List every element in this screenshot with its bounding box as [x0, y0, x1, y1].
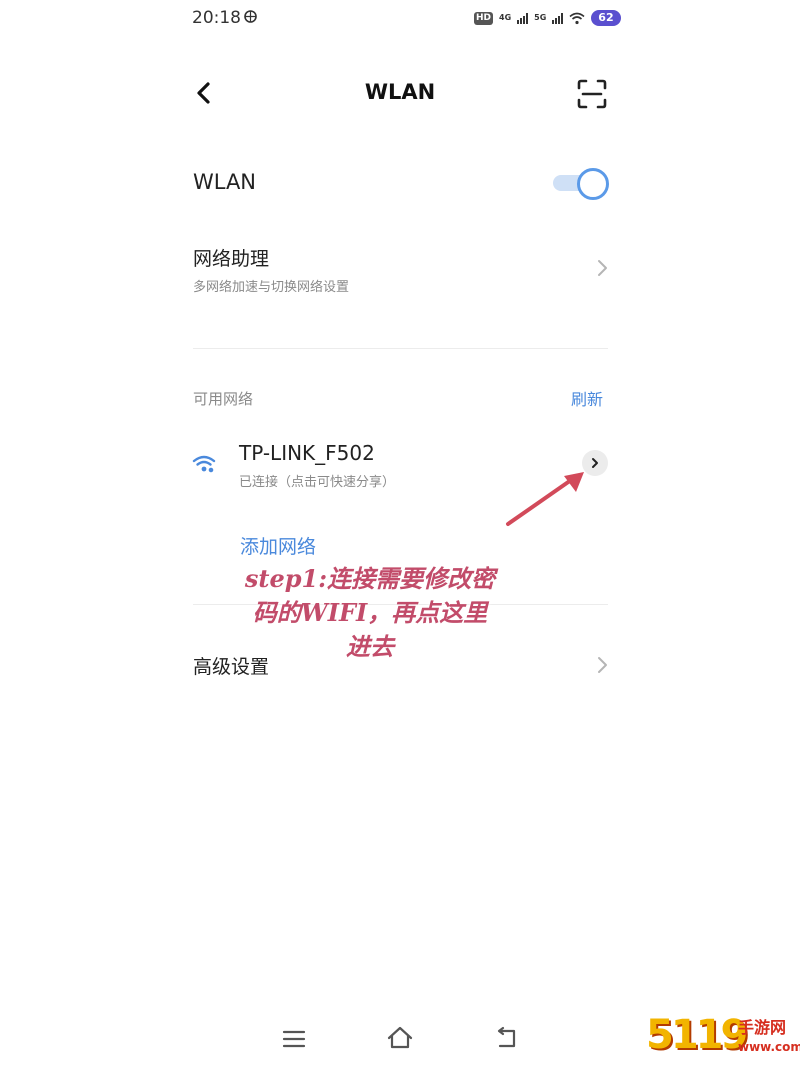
scan-icon: [577, 79, 607, 109]
chevron-left-icon: [197, 82, 210, 104]
network-name: TP-LINK_F502: [239, 441, 375, 465]
available-networks-label: 可用网络: [193, 390, 254, 408]
annotation-line: step1:连接需要修改密: [244, 564, 496, 593]
wlan-toggle[interactable]: [553, 168, 609, 200]
network-4g-label: 4G: [499, 13, 512, 22]
network-status: 已连接（点击可快速分享）: [239, 475, 396, 490]
annotation-line: 码的WIFI，再点这里: [252, 598, 488, 627]
menu-icon[interactable]: [282, 1028, 306, 1050]
divider: [193, 348, 608, 349]
toggle-knob: [577, 168, 609, 200]
network-assistant-subtitle: 多网络加速与切换网络设置: [193, 280, 350, 295]
network-assistant-title: 网络助理: [193, 248, 270, 270]
back-nav-icon[interactable]: [494, 1026, 518, 1050]
chevron-right-icon: [598, 260, 607, 276]
watermark-text: 手游网: [738, 1018, 787, 1037]
hd-badge: HD: [474, 11, 494, 25]
globe-icon: [244, 10, 257, 23]
watermark-number: 5119: [646, 1012, 748, 1058]
scan-button[interactable]: [574, 76, 610, 112]
status-time: 20:18: [192, 8, 241, 28]
watermark-url: www.com.cn: [738, 1040, 800, 1054]
network-assistant-row[interactable]: 网络助理 多网络加速与切换网络设置: [180, 236, 620, 302]
home-icon[interactable]: [386, 1024, 414, 1050]
signal-bars-icon: [517, 12, 529, 24]
signal-bars-icon: [552, 12, 564, 24]
wifi-status-icon: [569, 12, 585, 24]
annotation-arrow-icon: [506, 472, 584, 526]
wlan-label: WLAN: [193, 170, 257, 194]
battery-badge: 62: [591, 10, 621, 26]
watermark-logo: 5119 手游网 www.com.cn: [646, 1012, 800, 1064]
back-button[interactable]: [186, 76, 220, 110]
wifi-connected-icon: [192, 455, 216, 474]
status-indicators: HD 4G 5G 62: [474, 8, 621, 28]
annotation-line: 进去: [346, 632, 394, 661]
annotation-text: step1:连接需要修改密 码的WIFI，再点这里 进去: [200, 562, 540, 664]
add-network-button[interactable]: 添加网络: [240, 532, 316, 559]
page-title: WLAN: [364, 80, 436, 104]
chevron-right-icon: [598, 657, 607, 673]
refresh-button[interactable]: 刷新: [571, 386, 603, 410]
network-5g-label: 5G: [534, 13, 547, 22]
